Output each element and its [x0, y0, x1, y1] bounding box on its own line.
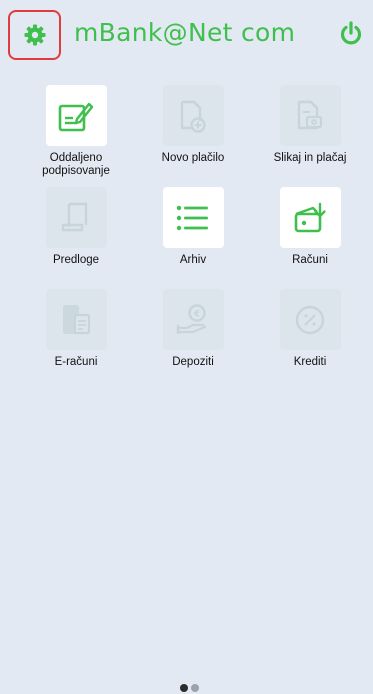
- tile-label: E-računi: [54, 356, 98, 368]
- tile-label: Slikaj in plačaj: [273, 152, 347, 164]
- page-dot-inactive[interactable]: [191, 684, 199, 692]
- menu-tile-scan-and-pay[interactable]: Slikaj in plačaj: [250, 85, 370, 191]
- logout-button[interactable]: [336, 19, 366, 49]
- gear-icon: [24, 24, 45, 46]
- new-payment-icon: [180, 100, 206, 133]
- archive-list-icon: [176, 205, 208, 230]
- menu-tile-archive[interactable]: Arhiv: [133, 187, 253, 293]
- tile-icon-box: [162, 85, 224, 146]
- menu-tile-new-payment[interactable]: Novo plačilo: [133, 85, 253, 191]
- menu-tile-accounts[interactable]: Računi: [250, 187, 370, 293]
- svg-text:€: €: [193, 309, 200, 319]
- app-title: mBank@Net com: [74, 18, 296, 47]
- settings-button[interactable]: [8, 10, 61, 60]
- scan-and-pay-icon: [297, 100, 323, 129]
- templates-icon: [61, 202, 88, 231]
- sign-document-icon: [58, 102, 94, 131]
- tile-icon-box: [45, 187, 107, 248]
- menu-tile-templates[interactable]: Predloge: [16, 187, 136, 293]
- tile-icon-box: [279, 85, 341, 146]
- e-invoices-icon: [63, 304, 91, 334]
- tile-label: Depoziti: [172, 356, 214, 368]
- deposits-icon: €: [176, 303, 207, 334]
- tile-label: Arhiv: [179, 254, 207, 266]
- power-icon: [340, 21, 362, 45]
- tile-label: Oddaljeno podpisovanje: [42, 152, 110, 177]
- menu-tile-remote-signing[interactable]: Oddaljeno podpisovanje: [16, 85, 136, 191]
- page-dot-active[interactable]: [180, 684, 188, 692]
- menu-tile-loans[interactable]: Krediti: [250, 289, 370, 395]
- tile-icon-box: [162, 187, 224, 248]
- app-header: mBank@Net com: [0, 0, 373, 68]
- tile-icon-box: [279, 187, 341, 248]
- tile-label: Računi: [292, 254, 328, 266]
- page-indicator: [180, 684, 199, 692]
- tile-label: Krediti: [293, 356, 327, 368]
- menu-tile-deposits[interactable]: € Depoziti: [133, 289, 253, 395]
- tile-icon-box: [279, 289, 341, 350]
- accounts-wallet-icon: [294, 202, 326, 232]
- tile-icon-box: [45, 289, 107, 350]
- tile-icon-box: [45, 85, 107, 146]
- tile-icon-box: €: [162, 289, 224, 350]
- tile-label: Novo plačilo: [161, 152, 225, 164]
- menu-tile-e-invoices[interactable]: E-računi: [16, 289, 136, 395]
- loans-icon: [295, 305, 325, 334]
- tile-label: Predloge: [52, 254, 100, 266]
